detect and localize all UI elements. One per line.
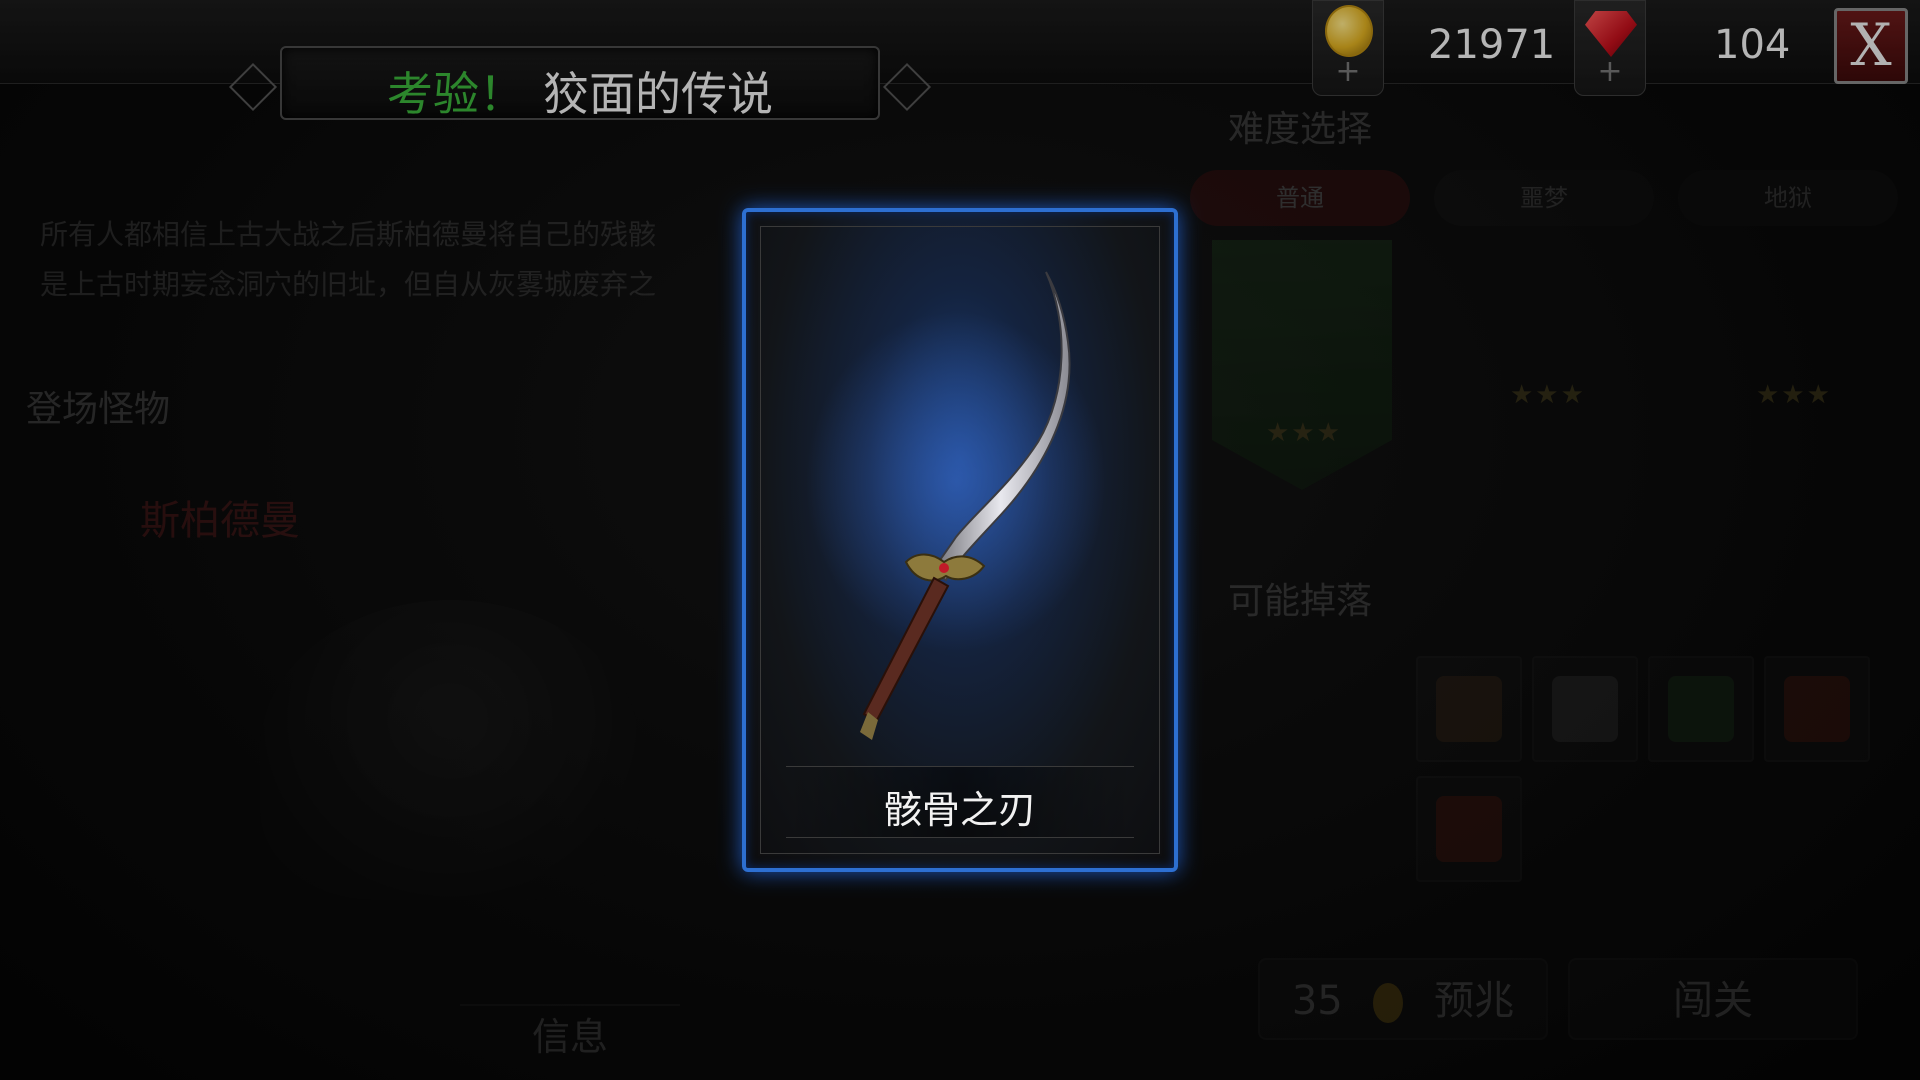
item-name-bar: 骸骨之刃 bbox=[786, 766, 1134, 838]
item-name: 骸骨之刃 bbox=[883, 788, 1036, 832]
curved-sword-icon bbox=[806, 271, 1106, 740]
item-card[interactable]: 骸骨之刃 bbox=[742, 208, 1178, 872]
game-screen: 考验！ 狡面的传说 + 21971 + 104 X 所有人都相信上古大战之后斯柏德… bbox=[0, 0, 1920, 1080]
